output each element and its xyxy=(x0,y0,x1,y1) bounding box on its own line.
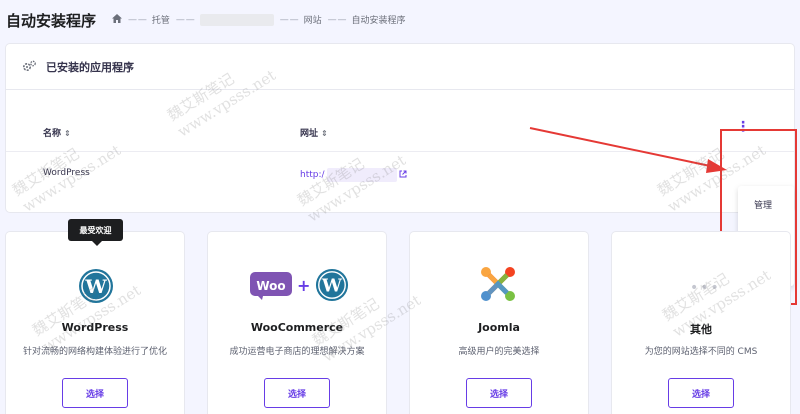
app-name: Joomla xyxy=(478,321,520,334)
most-popular-badge: 最受欢迎 xyxy=(68,219,123,246)
select-button[interactable]: 选择 xyxy=(62,378,128,408)
svg-text:W: W xyxy=(321,276,343,297)
more-dots-icon: ••• xyxy=(690,280,721,296)
app-description: 针对流畅的网络构建体验进行了优化 xyxy=(22,347,167,357)
app-name: WordPress xyxy=(61,321,129,334)
svg-text:Woo: Woo xyxy=(256,279,285,293)
wordpress-logo-icon: W xyxy=(78,268,114,308)
app-card-other: ••• 其他 为您的网站选择不同的 CMS 选择 xyxy=(612,232,790,414)
woocommerce-logo-icon: Woo + W xyxy=(250,268,349,302)
select-button[interactable]: 选择 xyxy=(466,378,532,408)
app-name: 其他 xyxy=(690,323,712,336)
app-description: 高级用户的完美选择 xyxy=(458,347,540,357)
app-description: 为您的网站选择不同的 CMS xyxy=(644,347,758,357)
app-description: 成功运营电子商店的理想解决方案 xyxy=(229,347,365,357)
app-card-joomla: Joomla 高级用户的完美选择 选择 xyxy=(410,232,588,414)
svg-text:W: W xyxy=(84,276,107,298)
select-button[interactable]: 选择 xyxy=(264,378,330,408)
joomla-logo-icon xyxy=(478,264,518,308)
app-card-woocommerce: Woo + W WooCommerce 成功运营电子商店的理想解决方案 选择 xyxy=(208,232,386,414)
select-button[interactable]: 选择 xyxy=(668,378,734,408)
app-name: WooCommerce xyxy=(250,321,344,334)
app-card-wordpress: W WordPress 针对流畅的网络构建体验进行了优化 选择 xyxy=(6,232,184,414)
